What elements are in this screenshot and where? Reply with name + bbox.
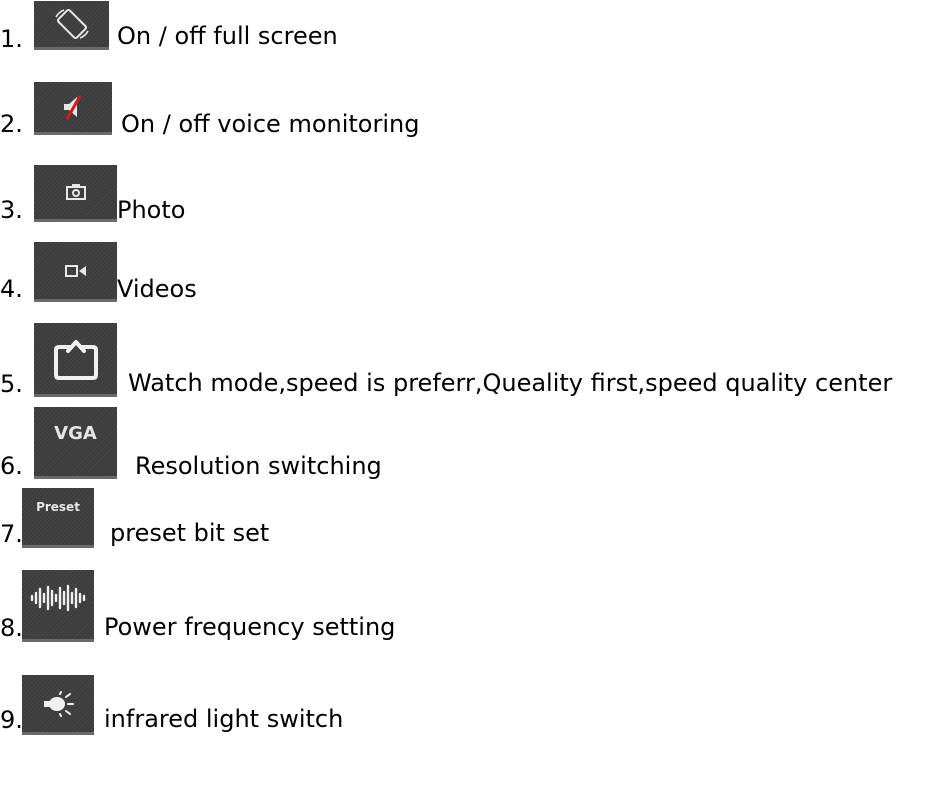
item-label: Power frequency setting <box>104 613 396 641</box>
list-item: 6. VGA Resolution switching <box>0 407 950 487</box>
item-label: Photo <box>117 196 186 224</box>
resolution-button[interactable]: VGA <box>34 407 117 479</box>
preset-button[interactable]: Preset <box>22 488 94 548</box>
fullscreen-button[interactable] <box>34 1 109 50</box>
item-number: 8. <box>0 614 23 642</box>
list-item: 3. Photo <box>0 163 950 243</box>
list-item: 9. infrared light switch <box>0 675 950 755</box>
item-label: On / off full screen <box>117 22 338 50</box>
photo-button[interactable] <box>34 165 117 222</box>
waveform-icon <box>29 584 87 612</box>
rotate-screen-icon <box>52 7 92 41</box>
voice-monitoring-button[interactable] <box>34 82 112 135</box>
item-label: Resolution switching <box>135 452 382 480</box>
watch-mode-icon <box>53 337 99 381</box>
item-number: 2. <box>0 110 23 138</box>
list-item: 7. Preset preset bit set <box>0 488 950 568</box>
item-number: 5. <box>0 370 23 398</box>
item-number: 6. <box>0 452 23 480</box>
item-number: 4. <box>0 275 23 303</box>
camera-icon <box>65 183 87 201</box>
mute-speaker-icon <box>58 92 88 122</box>
item-label: On / off voice monitoring <box>121 110 420 138</box>
watch-mode-button[interactable] <box>34 323 117 397</box>
video-camera-icon <box>64 264 88 278</box>
item-label: Videos <box>117 275 197 303</box>
list-item: 4. Videos <box>0 242 950 322</box>
preset-icon: Preset <box>36 500 80 514</box>
list-item: 5. Watch mode,speed is preferr,Queality … <box>0 323 950 403</box>
power-frequency-button[interactable] <box>22 570 94 642</box>
list-item: 8. Power frequency setting <box>0 570 950 650</box>
list-item: 1. On / off full screen <box>0 0 950 80</box>
resolution-icon: VGA <box>54 423 97 444</box>
item-number: 1. <box>0 25 23 53</box>
infrared-light-icon <box>40 690 76 717</box>
item-label: preset bit set <box>110 519 270 547</box>
item-number: 3. <box>0 196 23 224</box>
item-number: 9. <box>0 706 23 734</box>
video-button[interactable] <box>34 242 117 302</box>
item-label: Watch mode,speed is preferr,Queality fir… <box>128 369 893 397</box>
list-item: 2. On / off voice monitoring <box>0 80 950 160</box>
item-label: infrared light switch <box>104 705 344 733</box>
item-number: 7. <box>0 520 23 548</box>
infrared-light-button[interactable] <box>22 675 94 735</box>
